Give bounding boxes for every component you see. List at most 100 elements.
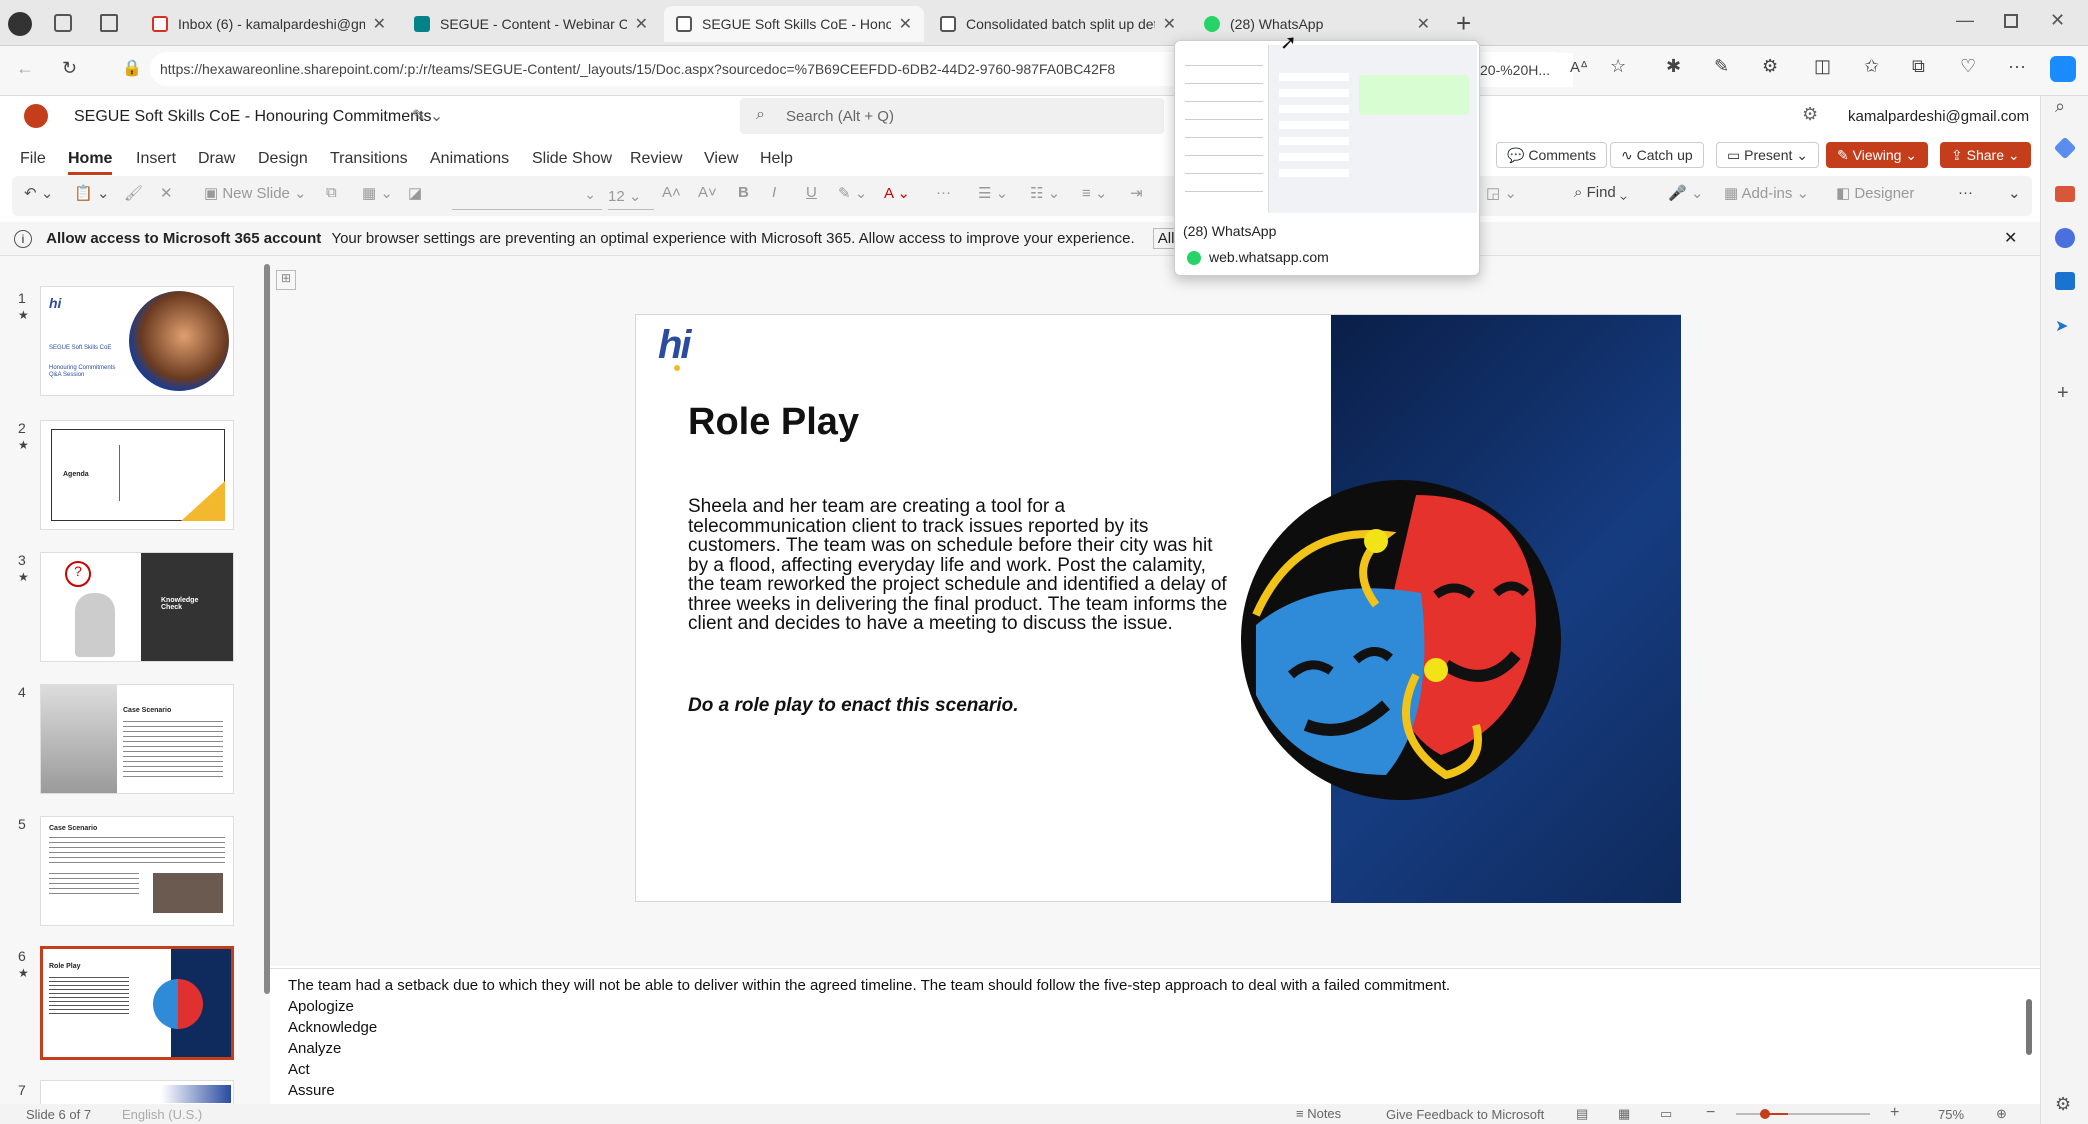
more-icon[interactable]: ··· — [2008, 56, 2026, 77]
favorites-icon[interactable]: ✩ — [1864, 56, 1879, 77]
comments-button[interactable]: 💬 Comments — [1496, 142, 1608, 168]
bold-icon[interactable]: B — [738, 184, 749, 201]
tab-view[interactable]: View — [704, 150, 738, 168]
profile-icon[interactable] — [8, 12, 32, 36]
sidebar-tag-icon[interactable] — [2053, 136, 2077, 160]
close-tab-icon[interactable]: ✕ — [373, 14, 386, 34]
expand-pane-icon[interactable]: ⊞ — [276, 270, 296, 290]
back-icon[interactable]: ← — [16, 58, 34, 79]
tab-animations[interactable]: Animations — [430, 150, 509, 168]
dictate-icon[interactable]: 🎤 ⌄ — [1668, 184, 1703, 202]
tab-home[interactable]: Home — [68, 150, 113, 175]
workspaces-icon[interactable] — [54, 14, 72, 32]
close-window-icon[interactable]: ✕ — [2050, 10, 2065, 31]
format-painter-icon[interactable]: 🖌 — [124, 184, 143, 202]
italic-icon[interactable]: I — [772, 184, 776, 201]
thumbnail-slide-3[interactable]: Knowledge Check ? — [40, 552, 234, 662]
tab-transitions[interactable]: Transitions — [330, 150, 408, 168]
indent-icon[interactable]: ⇥ — [1130, 184, 1143, 202]
catch-up-button[interactable]: ∿ Catch up — [1610, 142, 1704, 168]
zoom-slider-track[interactable] — [1736, 1113, 1870, 1115]
zoom-out-icon[interactable]: − — [1706, 1104, 1715, 1122]
numbering-icon[interactable]: ☷ ⌄ — [1030, 184, 1060, 202]
tab-file[interactable]: File — [20, 150, 46, 168]
font-size-select[interactable]: 12 ⌄ — [608, 182, 654, 210]
browser-tab-whatsapp[interactable]: (28) WhatsApp ✕ — [1192, 6, 1442, 42]
account-name[interactable]: kamalpardeshi@gmail.com — [1848, 108, 2029, 125]
copilot-icon[interactable] — [2050, 56, 2076, 82]
favorite-star-icon[interactable]: ☆ — [1610, 56, 1626, 77]
tab-review[interactable]: Review — [630, 150, 682, 168]
speaker-notes[interactable]: The team had a setback due to which they… — [270, 968, 2040, 1104]
sidebar-outlook-icon[interactable] — [2055, 272, 2075, 290]
normal-view-icon[interactable]: ▤ — [1576, 1106, 1588, 1122]
share-button[interactable]: ⇪ Share ⌄ — [1940, 142, 2031, 168]
browser-tab-sharepoint[interactable]: SEGUE - Content - Webinar Cont ✕ — [402, 6, 660, 42]
viewing-button[interactable]: ✎ Viewing ⌄ — [1826, 142, 1929, 168]
doc-title-dropdown-icon[interactable]: ✎ ⌄ — [412, 106, 443, 126]
notes-scrollbar[interactable] — [2026, 999, 2032, 1055]
maximize-icon[interactable] — [2004, 14, 2018, 28]
minimize-icon[interactable]: — — [1956, 10, 1974, 31]
extensions-puzzle-icon[interactable]: ⚙ — [1762, 56, 1778, 77]
font-color-icon[interactable]: A ⌄ — [884, 184, 910, 202]
notes-toggle[interactable]: ≡ Notes — [1296, 1106, 1341, 1121]
refresh-icon[interactable]: ↻ — [62, 58, 77, 79]
underline-icon[interactable]: U — [806, 184, 817, 201]
reading-view-icon[interactable]: ▭ — [1660, 1106, 1672, 1122]
current-slide[interactable]: hi Role Play Sheela and her team are cre… — [635, 314, 1681, 903]
close-info-icon[interactable]: ✕ — [2004, 228, 2017, 248]
undo-icon[interactable]: ↶ ⌄ — [24, 184, 53, 202]
highlight-icon[interactable]: ✎ ⌄ — [838, 184, 867, 202]
zoom-slider-thumb[interactable] — [1760, 1109, 1770, 1119]
settings-gear-icon[interactable]: ⚙ — [1802, 104, 1818, 125]
collections-icon[interactable]: ⧉ — [1912, 56, 1925, 77]
section-icon[interactable]: ◪ — [408, 184, 422, 202]
sidebar-search-icon[interactable]: ⌕ — [2055, 96, 2065, 117]
read-aloud-icon[interactable]: Aᐞ — [1570, 58, 1588, 76]
ribbon-more-icon[interactable]: ··· — [1958, 184, 1973, 201]
thumbnail-slide-4[interactable]: Case Scenario — [40, 684, 234, 794]
shapes-icon[interactable]: ◲ ⌄ — [1486, 184, 1517, 202]
thumbnail-slide-6[interactable]: Role Play — [40, 946, 234, 1060]
ribbon-expand-icon[interactable]: ⌄ — [2008, 184, 2021, 202]
layout-icon[interactable]: ▦ ⌄ — [362, 184, 393, 202]
sidebar-add-icon[interactable]: + — [2057, 382, 2069, 405]
font-family-select[interactable]: ⌄ — [452, 182, 602, 210]
browser-tab-gmail[interactable]: Inbox (6) - kamalpardeshi@gmai ✕ — [140, 6, 398, 42]
fit-slide-icon[interactable]: ⊕ — [1996, 1106, 2007, 1122]
thumbnail-slide-1[interactable]: hi SEGUE Soft Skills CoE Honouring Commi… — [40, 286, 234, 396]
split-screen-icon[interactable]: ◫ — [1814, 56, 1831, 77]
browser-essentials-icon[interactable]: ♡ — [1960, 56, 1976, 77]
close-tab-icon[interactable]: ✕ — [1417, 14, 1430, 34]
sidebar-settings-icon[interactable]: ⚙ — [2055, 1094, 2071, 1115]
browser-tab-consolidated[interactable]: Consolidated batch split up deta ✕ — [928, 6, 1188, 42]
sidebar-copilot-icon[interactable] — [2055, 228, 2075, 248]
edit-icon[interactable]: ✎ — [1714, 56, 1729, 77]
find-button[interactable]: ⌕ Find ⌄ — [1574, 184, 1627, 201]
tab-slide-show[interactable]: Slide Show — [532, 150, 612, 168]
feedback-link[interactable]: Give Feedback to Microsoft — [1386, 1107, 1544, 1122]
sidebar-tools-icon[interactable] — [2055, 186, 2075, 202]
tab-hover-preview[interactable]: (28) WhatsApp web.whatsapp.com — [1174, 40, 1480, 276]
thumbnail-slide-5[interactable]: Case Scenario — [40, 816, 234, 926]
designer-button[interactable]: ◧ Designer — [1836, 184, 1914, 202]
search-box[interactable]: ⌕ Search (Alt + Q) — [740, 98, 1164, 134]
zoom-level[interactable]: 75% — [1938, 1107, 1964, 1122]
tab-help[interactable]: Help — [760, 150, 793, 168]
more-font-icon[interactable]: ··· — [936, 184, 951, 201]
thumbnail-slide-7[interactable] — [40, 1080, 234, 1106]
bullets-icon[interactable]: ☰ ⌄ — [978, 184, 1008, 202]
paste-icon[interactable]: 📋 ⌄ — [74, 184, 109, 202]
sidebar-send-icon[interactable]: ➤ — [2055, 316, 2068, 336]
language-status[interactable]: English (U.S.) — [122, 1107, 202, 1122]
tab-design[interactable]: Design — [258, 150, 308, 168]
delete-icon[interactable]: ✕ — [160, 184, 173, 202]
extension-icon[interactable]: ✱ — [1666, 56, 1681, 77]
slide-sorter-icon[interactable]: ▦ — [1618, 1106, 1630, 1122]
tab-insert[interactable]: Insert — [136, 150, 176, 168]
reuse-slides-icon[interactable]: ⧉ — [326, 184, 337, 201]
close-tab-icon[interactable]: ✕ — [635, 14, 648, 34]
browser-tab-active[interactable]: SEGUE Soft Skills CoE - Honourin ✕ — [664, 6, 924, 42]
thumbnail-slide-2[interactable]: Agenda — [40, 420, 234, 530]
